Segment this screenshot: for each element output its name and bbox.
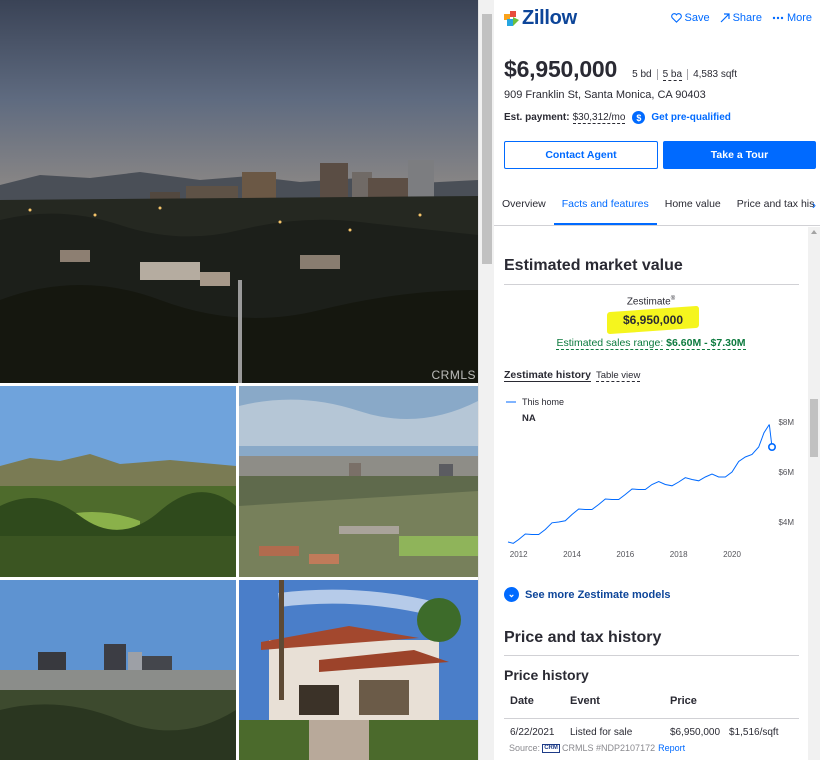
x-tick-label: 2016 [616,550,634,559]
tab-facts-features[interactable]: Facts and features [553,186,657,225]
col-event: Event [570,695,600,707]
share-label: Share [732,12,762,24]
zestimate-history-row: Zestimate history Table view [504,369,641,382]
tab-price-tax-history[interactable]: Price and tax his [729,186,820,225]
sales-range[interactable]: Estimated sales range: $6.60M - $7.30M [494,337,808,350]
zestimate-value: $6,950,000 [622,313,684,327]
price-tax-title: Price and tax history [504,629,662,646]
divider [504,655,799,656]
row-source: Source: CRM CRMLS #NDP2107172 Report [509,743,686,753]
legend-series-value: NA [522,413,536,424]
baths-count[interactable]: 5 ba [656,69,687,81]
save-label: Save [684,12,710,24]
zestimate-chart[interactable]: This home NA $4M $6M $8M 2012 2014 2016 2018 2020 [494,387,808,562]
zestimate-value-wrap: $6,950,000 [607,305,699,335]
tab-overview[interactable]: Overview [494,186,554,225]
take-tour-button[interactable]: Take a Tour [663,141,816,169]
gallery-scrollbar[interactable] [478,0,494,760]
row-price-per-sqft: $1,516/sqft [729,727,779,738]
est-payment-label: Est. payment: [504,112,570,123]
zestimate-label[interactable]: Zestimate® [494,296,808,307]
zillow-logo-icon [504,10,519,26]
chevron-right-icon[interactable]: › [812,198,816,212]
row-event: Listed for sale [570,727,633,738]
share-icon [720,13,730,23]
y-tick-label: $8M [778,418,794,427]
x-tick-label: 2014 [563,550,581,559]
detail-content: Estimated market value Zestimate® $6,950… [494,227,808,760]
col-date: Date [510,695,534,707]
zestimate-series-line [507,424,770,544]
photo-golf-course[interactable] [0,386,236,577]
more-dots-icon [772,16,784,20]
detail-tabs: Overview Facts and features Home value P… [494,186,820,226]
photo-aerial-neighborhood[interactable] [239,386,478,577]
gallery-scrollbar-thumb[interactable] [482,14,492,264]
beds-count: 5 bd [632,69,652,80]
more-label: More [786,12,812,24]
price-history-title: Price history [504,667,589,683]
chevron-down-icon: ⌄ [504,587,519,602]
col-price: Price [670,695,697,707]
save-button[interactable]: Save [670,12,710,24]
crmls-logo-icon: CRM [542,743,561,753]
x-tick-label: 2018 [670,550,688,559]
sqft-count: 4,583 sqft [687,69,742,80]
photo-watermark: CRMLS [431,368,476,382]
brand-name: Zillow [522,7,577,29]
panel-header: Zillow Save Share More [494,0,820,38]
divider [504,284,799,285]
est-payment-value[interactable]: $30,312/mo [572,112,626,124]
market-value-title: Estimated market value [504,257,683,274]
listing-price: $6,950,000 [504,56,618,82]
photo-house-exterior[interactable] [239,580,478,760]
source-text: CRMLS #NDP2107172 [562,743,656,753]
row-price: $6,950,000 [670,727,721,738]
table-row: 6/22/2021 Listed for sale $6,950,000 $1,… [504,727,799,741]
y-tick-label: $6M [778,468,794,477]
more-button[interactable]: More [772,12,812,24]
x-tick-label: 2020 [723,550,741,559]
photo-downtown-skyline[interactable] [0,580,236,760]
contact-agent-button[interactable]: Contact Agent [504,141,658,169]
get-prequalified-link[interactable]: Get pre-qualified [651,112,730,123]
content-scrollbar-thumb[interactable] [810,399,818,457]
listing-address: 909 Franklin St, Santa Monica, CA 90403 [504,89,706,101]
y-tick-label: $4M [778,518,794,527]
report-link[interactable]: Report [658,743,685,753]
est-payment-row: Est. payment: $30,312/mo $ Get pre-quali… [504,111,731,124]
listing-panel: Zillow Save Share More $6,950,000 5 bd 5… [494,0,820,760]
heart-icon [670,13,682,23]
x-tick-label: 2012 [510,550,528,559]
photo-gallery: CRMLS [0,0,478,760]
see-more-zestimate-button[interactable]: ⌄ See more Zestimate models [504,587,671,602]
content-scrollbar[interactable] [808,227,820,760]
row-date: 6/22/2021 [510,727,555,738]
see-more-label: See more Zestimate models [525,588,671,601]
current-value-point [767,442,776,451]
zillow-logo[interactable]: Zillow [504,7,577,30]
photo-main[interactable]: CRMLS [0,0,478,383]
tab-home-value[interactable]: Home value [657,186,729,225]
dollar-icon: $ [632,111,646,124]
scroll-up-icon[interactable] [811,230,817,234]
price-history-header: Date Event Price [504,695,799,719]
home-facts: 5 bd 5 ba 4,583 sqft [627,69,742,81]
price-row: $6,950,000 5 bd 5 ba 4,583 sqft [504,56,742,83]
table-view-link[interactable]: Table view [595,370,641,382]
share-button[interactable]: Share [720,12,762,24]
legend-series-name: This home [522,397,564,407]
zestimate-history-title[interactable]: Zestimate history [504,369,591,382]
